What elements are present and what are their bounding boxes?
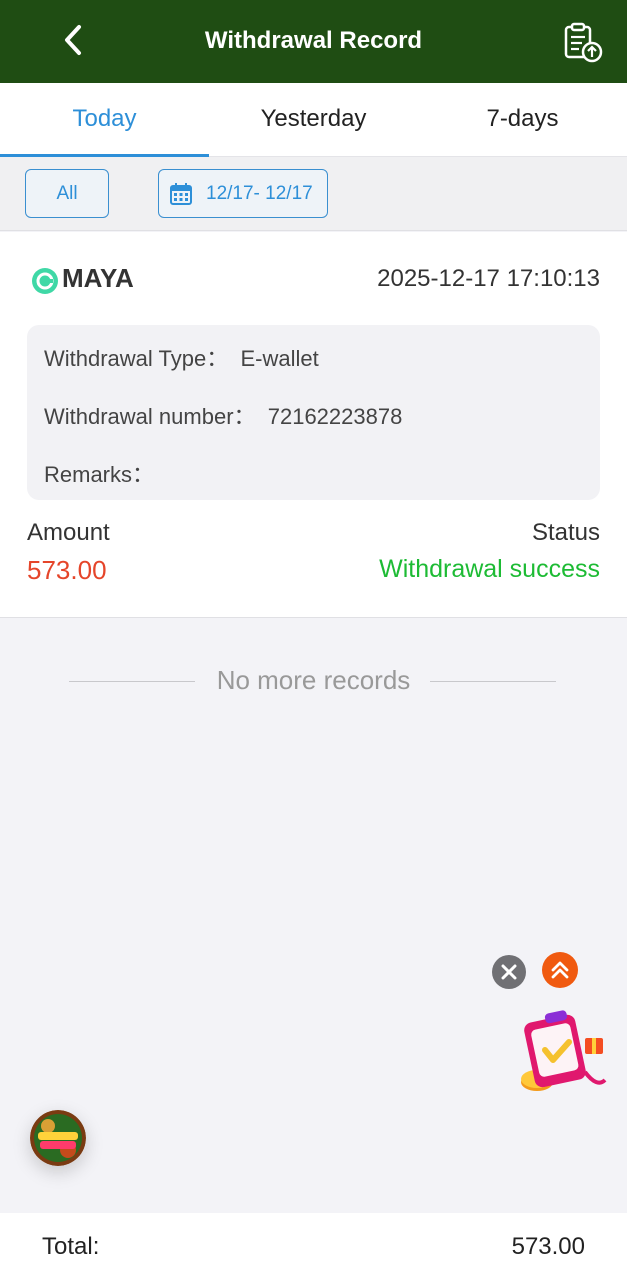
close-float-button[interactable] [492, 955, 526, 989]
promo-floating-button[interactable] [515, 1008, 611, 1100]
amount-value: 573.00 [27, 555, 107, 585]
status-label: Status [531, 519, 600, 546]
page-title: Withdrawal Record [204, 27, 423, 54]
record-export-button[interactable] [560, 20, 606, 66]
tab-7-days[interactable]: 7-days [418, 83, 627, 156]
calendar-icon [170, 183, 192, 205]
remarks: Remarks： [44, 462, 155, 487]
total-value: 573.00 [511, 1233, 585, 1260]
withdrawal-record-card[interactable]: MAYA 2025-12-17 17:10:13 Withdrawal Type… [0, 232, 627, 618]
tab-yesterday[interactable]: Yesterday [209, 83, 418, 156]
clipboard-upload-icon [564, 22, 603, 63]
date-tabs: Today Yesterday 7-days [0, 83, 627, 157]
app-logo-float-button[interactable] [30, 1110, 86, 1166]
record-timestamp: 2025-12-17 17:10:13 [377, 265, 600, 292]
gift-checkin-icon [521, 1010, 607, 1091]
filter-bar: All 12/17- 12/17 [0, 157, 627, 231]
scroll-top-button[interactable] [542, 952, 578, 988]
date-range-label: 12/17- 12/17 [206, 183, 313, 204]
status-value: Withdrawal success [379, 555, 600, 583]
tab-today[interactable]: Today [0, 83, 209, 157]
payment-method-name: MAYA [62, 263, 134, 293]
app-logo-icon [30, 1110, 86, 1166]
amount-label: Amount [27, 519, 110, 546]
double-chevron-up-icon [551, 961, 569, 979]
withdrawal-number: Withdrawal number： 72162223878 [44, 404, 403, 429]
top-bar: Withdrawal Record [0, 0, 627, 83]
total-label: Total: [42, 1233, 100, 1260]
maya-logo-icon [32, 268, 58, 294]
list-end-indicator: No more records [0, 663, 627, 699]
total-bar: Total: 573.00 [0, 1213, 627, 1280]
close-icon [501, 964, 517, 980]
divider [430, 681, 556, 682]
date-range-button[interactable]: 12/17- 12/17 [158, 169, 328, 218]
withdrawal-type: Withdrawal Type： E-wallet [44, 346, 319, 371]
record-details: Withdrawal Type： E-wallet Withdrawal num… [27, 325, 600, 500]
filter-all-button[interactable]: All [25, 169, 109, 218]
